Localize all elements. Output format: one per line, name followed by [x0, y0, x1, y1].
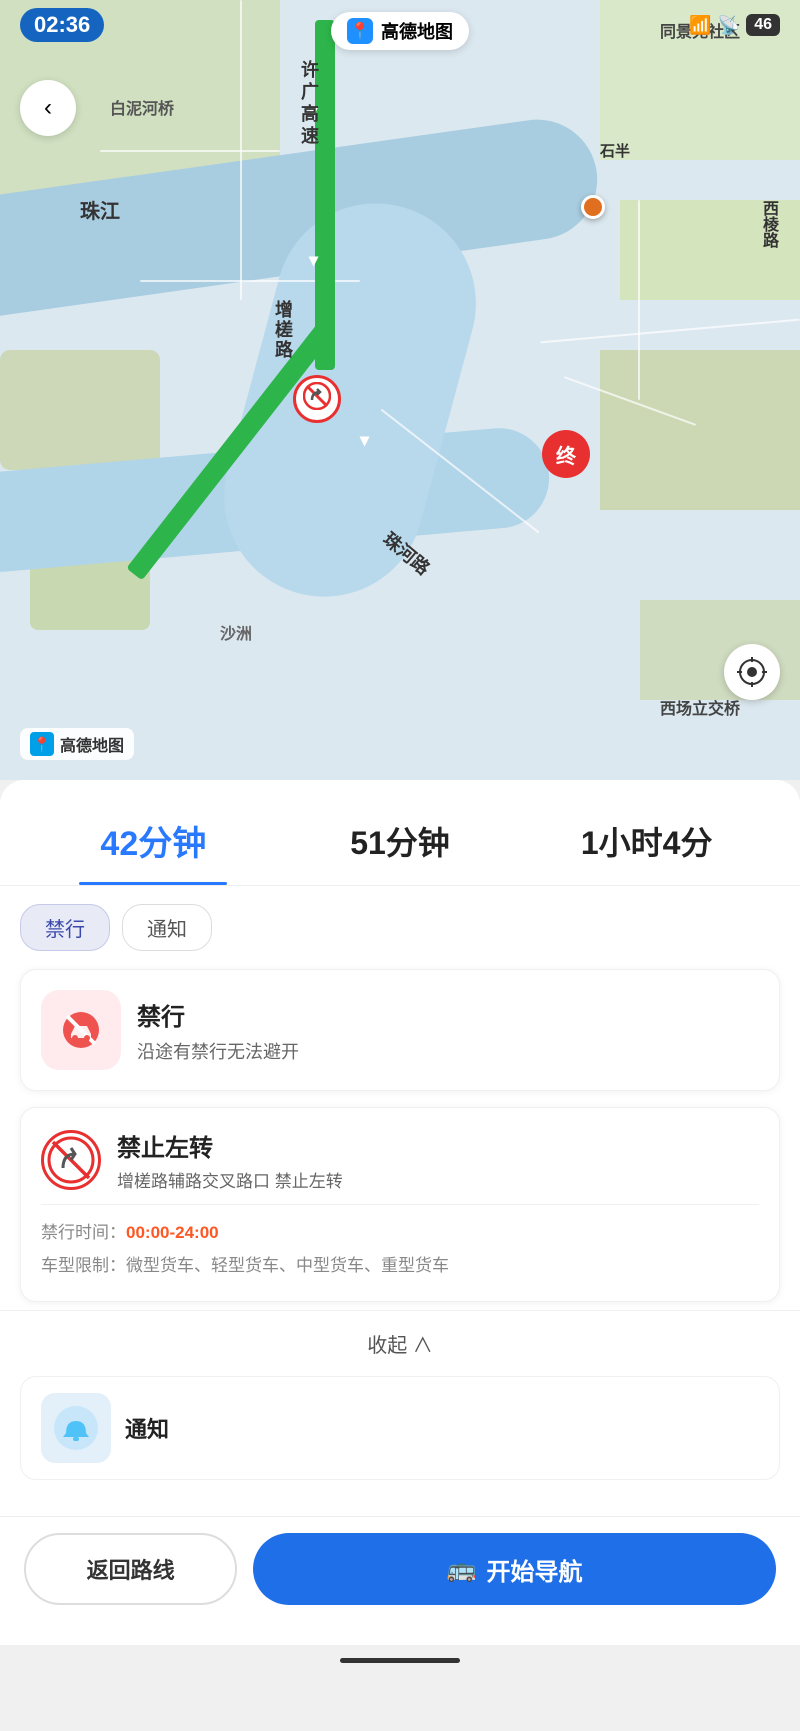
map-area[interactable]: ▾ ▾ ▾ 终 许广高速 珠江 增槎路 白泥河桥 同景苑社区 西棱路 珠河路 西… [0, 0, 800, 780]
signal-icon: 📶 [689, 15, 711, 36]
filter-tab-restriction[interactable]: 禁行 [20, 904, 110, 951]
wifi-icon: 📡 [718, 15, 740, 36]
map-poi-dot [581, 195, 605, 219]
action-bar: 返回路线 🚌 开始导航 [0, 1516, 800, 1645]
home-bar [340, 1658, 460, 1663]
detail-text: 禁止左转 增槎路辅路交叉路口 禁止左转 [117, 1128, 343, 1192]
location-icon [737, 657, 767, 687]
restriction-card-main: 禁行 沿途有禁行无法避开 [41, 990, 759, 1070]
route-arrow-2: ▾ [309, 250, 318, 271]
back-icon: ‹ [44, 94, 52, 122]
partial-notif-title: 通知 [125, 1412, 169, 1444]
restriction-time-row: 禁行时间：00:00-24:00 [41, 1219, 759, 1246]
collapse-button[interactable]: 收起 ∧ [0, 1310, 800, 1376]
route-tab-time-2: 1小时4分 [523, 818, 770, 864]
restriction-icon-box [41, 990, 121, 1070]
destination-marker: 终 [542, 430, 590, 478]
status-right: 📶 📡 46 [689, 14, 780, 36]
filter-tabs: 禁行 通知 [0, 886, 800, 951]
route-tab-time-0: 42分钟 [30, 816, 277, 865]
spacer [0, 1480, 800, 1496]
no-car-icon [55, 1004, 107, 1056]
detail-card-header: 禁止左转 增槎路辅路交叉路口 禁止左转 [21, 1108, 779, 1204]
map-label-shiban: 石半 [600, 140, 630, 161]
route-tab-1[interactable]: 51分钟 [277, 802, 524, 884]
map-label-bainihe: 白泥河桥 [110, 95, 174, 119]
time-value: 00:00-24:00 [126, 1223, 219, 1242]
map-label-zhujiang: 珠江 [80, 195, 120, 224]
location-button[interactable] [724, 644, 780, 700]
status-time: 02:36 [20, 8, 104, 42]
restriction-card: 禁行 沿途有禁行无法避开 [20, 969, 780, 1091]
time-label: 禁行时间： [41, 1223, 126, 1242]
start-navigation-button[interactable]: 🚌 开始导航 [253, 1533, 776, 1605]
gaode-logo-icon: 📍 [30, 732, 54, 756]
left-turn-title: 禁止左转 [117, 1128, 343, 1163]
route-tab-0[interactable]: 42分钟 [30, 800, 277, 885]
navigate-icon: 🚌 [447, 1555, 477, 1584]
no-left-turn-icon [41, 1130, 101, 1190]
vehicle-limit-row: 车型限制：微型货车、轻型货车、中型货车、重型货车 [41, 1252, 759, 1279]
route-tab-2[interactable]: 1小时4分 [523, 802, 770, 884]
map-label-xichang-bridge: 西场立交桥 [660, 695, 740, 719]
route-tabs: 42分钟 51分钟 1小时4分 [0, 780, 800, 886]
navigate-label: 开始导航 [487, 1552, 583, 1587]
bottom-panel: 42分钟 51分钟 1小时4分 禁行 通知 [0, 780, 800, 1516]
notification-list: 禁行 沿途有禁行无法避开 禁止左转 增槎路辅路交叉路口 禁止 [0, 951, 800, 1302]
map-label-xuguang: 许广高速 [296, 60, 322, 148]
partial-notification: 通知 [20, 1376, 780, 1480]
map-label-zengluo: 增槎路 [270, 300, 296, 360]
map-label-xichang: 西棱路 [756, 200, 780, 248]
map-land [0, 350, 160, 470]
return-route-button[interactable]: 返回路线 [24, 1533, 237, 1605]
filter-tab-notification[interactable]: 通知 [122, 904, 212, 951]
left-turn-subtitle: 增槎路辅路交叉路口 禁止左转 [117, 1167, 343, 1192]
route-tab-time-1: 51分钟 [277, 818, 524, 864]
map-label-shazhou: 沙洲 [220, 620, 252, 644]
partial-notif-icon [41, 1393, 111, 1463]
back-button[interactable]: ‹ [20, 80, 76, 136]
status-bar: 02:36 📶 📡 46 [0, 0, 800, 50]
map-road [100, 150, 280, 152]
restriction-desc: 沿途有禁行无法避开 [137, 1038, 299, 1064]
gaode-logo-label: 高德地图 [60, 732, 124, 756]
turn-restriction-icon [293, 375, 341, 423]
gaode-logo: 📍 高德地图 [20, 728, 134, 760]
left-turn-detail-card: 禁止左转 增槎路辅路交叉路口 禁止左转 禁行时间：00:00-24:00 车型限… [20, 1107, 780, 1302]
home-indicator [0, 1645, 800, 1675]
detail-info: 禁行时间：00:00-24:00 车型限制：微型货车、轻型货车、中型货车、重型货… [21, 1205, 779, 1301]
restriction-title: 禁行 [137, 997, 299, 1032]
route-arrow-3: ▾ [360, 430, 369, 451]
restriction-text: 禁行 沿途有禁行无法避开 [137, 997, 299, 1064]
map-road [638, 200, 640, 400]
map-land [600, 350, 800, 510]
battery-indicator: 46 [746, 14, 780, 36]
